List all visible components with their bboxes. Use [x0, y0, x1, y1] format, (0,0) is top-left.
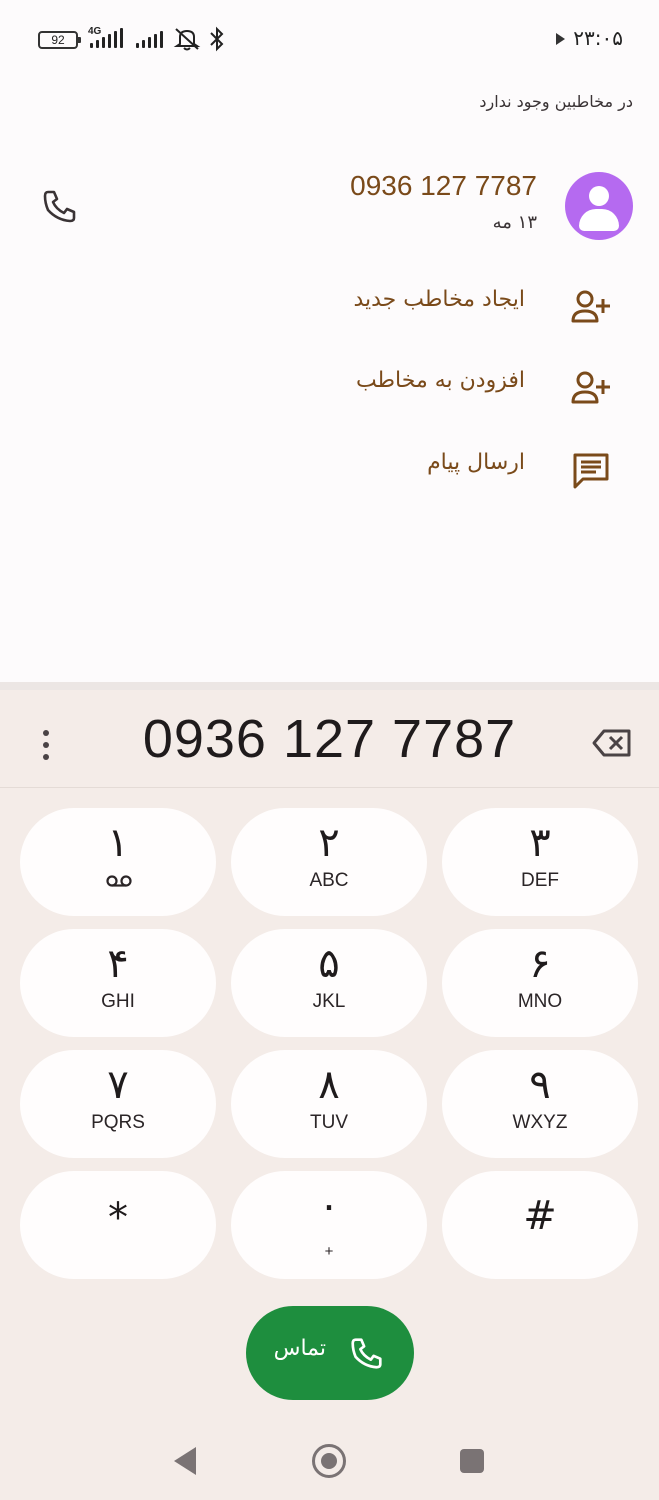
play-icon: [556, 33, 565, 45]
clock: ۲۳:۰۵: [573, 26, 623, 50]
status-bar: 92 4G ۲۳:۰۵: [0, 0, 659, 80]
phone-call-icon[interactable]: [40, 186, 80, 226]
dialpad-key-2[interactable]: ۲ ABC: [231, 808, 427, 916]
add-to-contact-label: افزودن به مخاطب: [355, 368, 525, 393]
key-digit: ۵: [318, 941, 340, 987]
call-date: ۱۳ مه: [492, 212, 537, 233]
dialpad-key-7[interactable]: ۷ PQRS: [20, 1050, 216, 1158]
dialed-number[interactable]: 0936 127 7787: [0, 708, 659, 770]
key-digit: *: [108, 1195, 128, 1241]
key-digit: ۶: [529, 941, 551, 987]
add-person-icon: [571, 371, 610, 404]
dialpad-key-6[interactable]: ۶ MNO: [442, 929, 638, 1037]
notifications-off-icon: [173, 28, 201, 51]
phone-number: 0936 127 7787: [350, 170, 537, 201]
dialpad-key-5[interactable]: ۵ JKL: [231, 929, 427, 1037]
send-message-button[interactable]: ارسال پیام: [0, 440, 659, 500]
signal-icon: [90, 28, 130, 48]
battery-icon: 92: [38, 31, 81, 49]
call-button[interactable]: تماس: [246, 1306, 414, 1400]
dialpad-key-8[interactable]: ۸ TUV: [231, 1050, 427, 1158]
key-digit: ۳: [529, 820, 551, 866]
call-button-label: تماس: [273, 1336, 326, 1361]
dialpad-key-3[interactable]: ۳ DEF: [442, 808, 638, 916]
dialpad-key-star[interactable]: *: [20, 1171, 216, 1279]
back-icon[interactable]: [174, 1447, 196, 1475]
key-digit: ۷: [107, 1062, 129, 1108]
send-message-label: ارسال پیام: [427, 450, 525, 475]
key-digit: ۱: [107, 820, 129, 866]
key-digit: ۴: [107, 941, 129, 987]
voicemail-icon: [106, 875, 132, 887]
key-letters: +: [324, 1243, 334, 1260]
create-new-contact-label: ایجاد مخاطب جدید: [353, 287, 525, 312]
key-digit: ۹: [529, 1062, 551, 1108]
system-navigation-bar: [0, 1420, 659, 1500]
bluetooth-icon: [210, 26, 224, 52]
dialpad-key-9[interactable]: ۹ WXYZ: [442, 1050, 638, 1158]
add-to-contact-button[interactable]: افزودن به مخاطب: [0, 358, 659, 418]
create-new-contact-button[interactable]: ایجاد مخاطب جدید: [0, 277, 659, 337]
key-letters: DEF: [521, 870, 559, 891]
add-person-icon: [571, 290, 610, 323]
key-letters: MNO: [517, 991, 563, 1012]
key-letters: TUV: [310, 1112, 348, 1133]
key-letters: JKL: [312, 991, 346, 1012]
backspace-icon[interactable]: [592, 728, 632, 758]
key-digit: ۰: [318, 1183, 340, 1229]
signal-icon: [136, 28, 168, 48]
phone-call-icon: [351, 1338, 382, 1369]
recent-apps-icon[interactable]: [460, 1449, 484, 1473]
key-digit: #: [523, 1193, 557, 1239]
key-letters: PQRS: [91, 1112, 145, 1133]
key-digit: ۸: [318, 1062, 340, 1108]
key-letters: ABC: [309, 870, 349, 891]
dialpad-key-4[interactable]: ۴ GHI: [20, 929, 216, 1037]
key-digit: ۲: [318, 820, 340, 866]
dialpad-key-0[interactable]: ۰ +: [231, 1171, 427, 1279]
message-icon: [573, 453, 609, 489]
dialpad-key-hash[interactable]: #: [442, 1171, 638, 1279]
key-letters: WXYZ: [512, 1112, 568, 1133]
home-icon[interactable]: [312, 1444, 346, 1478]
avatar: [565, 172, 633, 240]
not-in-contacts-label: در مخاطبین وجود ندارد: [479, 92, 633, 111]
key-letters: GHI: [101, 991, 135, 1012]
dial-display: 0936 127 7787: [0, 690, 659, 788]
dialpad-key-1[interactable]: ۱: [20, 808, 216, 916]
